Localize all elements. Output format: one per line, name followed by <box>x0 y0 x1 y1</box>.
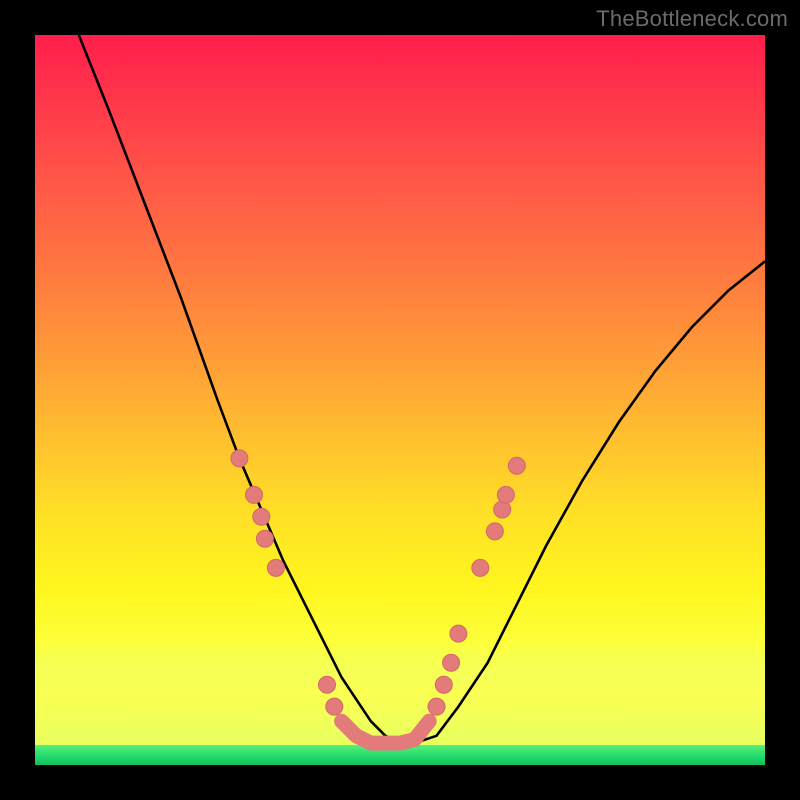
data-marker <box>267 559 284 576</box>
chart-frame: TheBottleneck.com <box>0 0 800 800</box>
data-marker <box>428 698 445 715</box>
data-marker <box>253 508 270 525</box>
valley-highlight <box>342 721 430 743</box>
valley-path <box>342 721 430 743</box>
data-marker <box>472 559 489 576</box>
watermark-text: TheBottleneck.com <box>596 6 788 32</box>
data-marker <box>435 676 452 693</box>
plot-area <box>35 35 765 765</box>
data-marker <box>246 486 263 503</box>
curve-layer <box>79 35 765 743</box>
data-marker <box>319 676 336 693</box>
data-marker <box>256 530 273 547</box>
data-marker <box>231 450 248 467</box>
data-marker <box>508 457 525 474</box>
chart-svg <box>35 35 765 765</box>
data-marker <box>443 654 460 671</box>
bottleneck-curve <box>79 35 765 743</box>
data-marker <box>450 625 467 642</box>
data-marker <box>497 486 514 503</box>
data-markers <box>231 450 525 715</box>
data-marker <box>326 698 343 715</box>
data-marker <box>486 523 503 540</box>
